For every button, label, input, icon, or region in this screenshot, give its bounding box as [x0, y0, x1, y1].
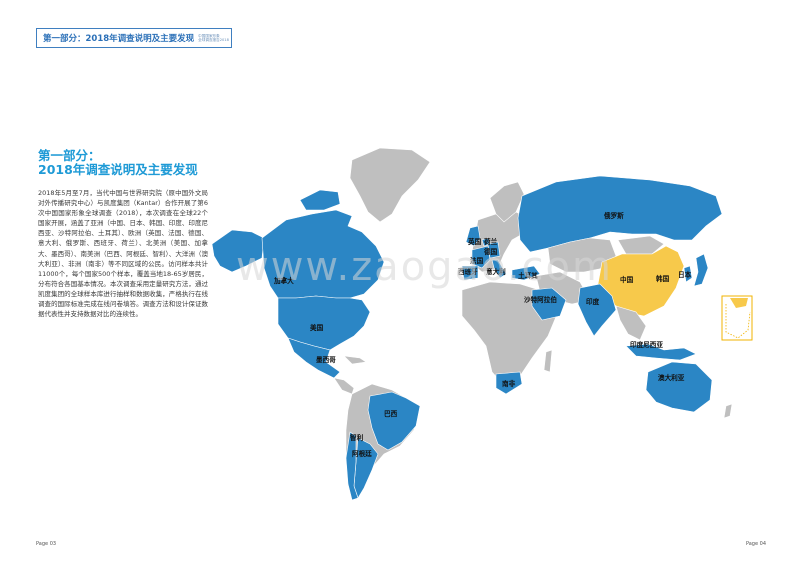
label-chile: 智利 — [350, 433, 364, 442]
label-russia: 俄罗斯 — [603, 211, 624, 220]
country-new-zealand — [723, 403, 733, 419]
label-usa: 美国 — [310, 323, 324, 332]
label-india: 印度 — [586, 297, 600, 306]
label-korea: 韩国 — [656, 274, 670, 283]
country-madagascar — [543, 349, 553, 373]
label-japan: 日本 — [678, 270, 692, 279]
country-caribbean — [343, 355, 367, 365]
label-saudi: 沙特阿拉伯 — [524, 295, 557, 304]
label-china: 中国 — [620, 275, 634, 284]
label-australia: 澳大利亚 — [658, 373, 685, 382]
label-argentina: 阿根廷 — [352, 449, 372, 458]
label-south-africa: 南非 — [502, 379, 516, 388]
label-brazil: 巴西 — [384, 410, 398, 418]
country-central-america — [333, 377, 355, 395]
country-japan — [693, 253, 709, 287]
country-canada-islands — [299, 189, 341, 211]
page-number-left: Page 03 — [36, 541, 57, 547]
label-indonesia: 印度尼西亚 — [630, 340, 663, 349]
country-greenland — [349, 147, 431, 223]
country-australia — [645, 361, 713, 413]
watermark: www.zaogao.com — [236, 244, 613, 290]
page-number-right: Page 04 — [745, 541, 766, 547]
label-mexico: 墨西哥 — [316, 355, 336, 364]
